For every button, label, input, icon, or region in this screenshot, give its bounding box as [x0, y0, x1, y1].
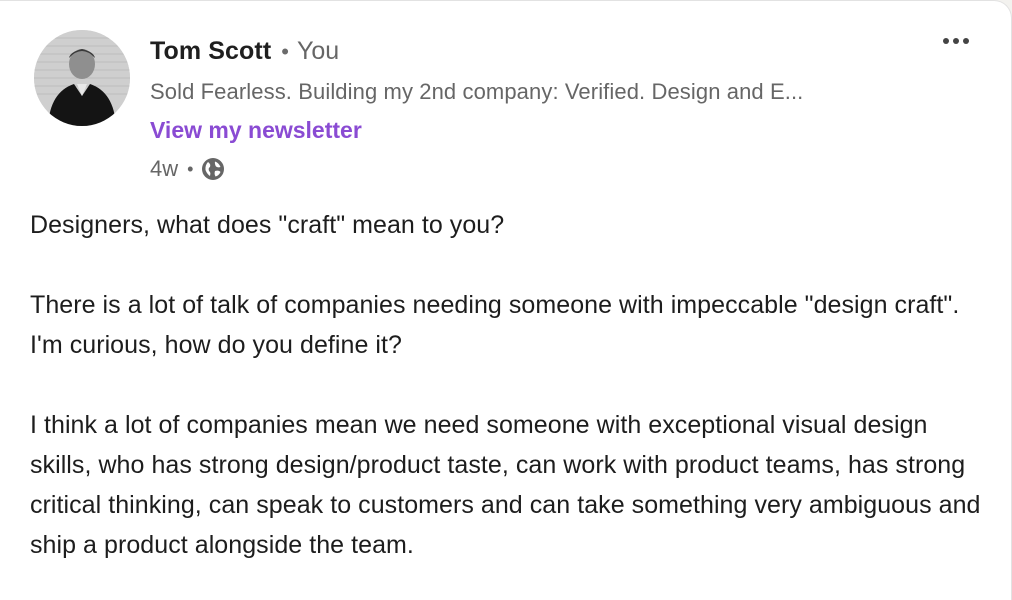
post-paragraph: Designers, what does "craft" mean to you…: [30, 211, 505, 239]
author-name-line: Tom Scott • You: [150, 37, 339, 71]
globe-icon: [200, 156, 226, 182]
post-text: Designers, what does "craft" mean to you…: [30, 205, 990, 600]
author-headline: Sold Fearless. Building my 2nd company: …: [150, 79, 804, 104]
post-paragraph: There is a lot of talk of companies need…: [30, 291, 960, 359]
post-age[interactable]: 4w: [150, 156, 178, 182]
meta-separator: •: [187, 158, 194, 179]
author-avatar[interactable]: [34, 30, 130, 126]
post-card: Tom Scott • You Sold Fearless. Building …: [0, 0, 1012, 600]
view-newsletter-link[interactable]: View my newsletter: [150, 117, 362, 144]
avatar-image: [34, 30, 130, 126]
name-separator: •: [281, 39, 289, 64]
more-options-button[interactable]: [934, 25, 980, 57]
author-name[interactable]: Tom Scott: [150, 37, 271, 66]
more-horizontal-icon: [943, 38, 969, 44]
connection-degree: You: [296, 37, 340, 65]
post-paragraph: I think a lot of companies mean we need …: [30, 411, 981, 559]
post-meta: 4w •: [150, 154, 226, 184]
